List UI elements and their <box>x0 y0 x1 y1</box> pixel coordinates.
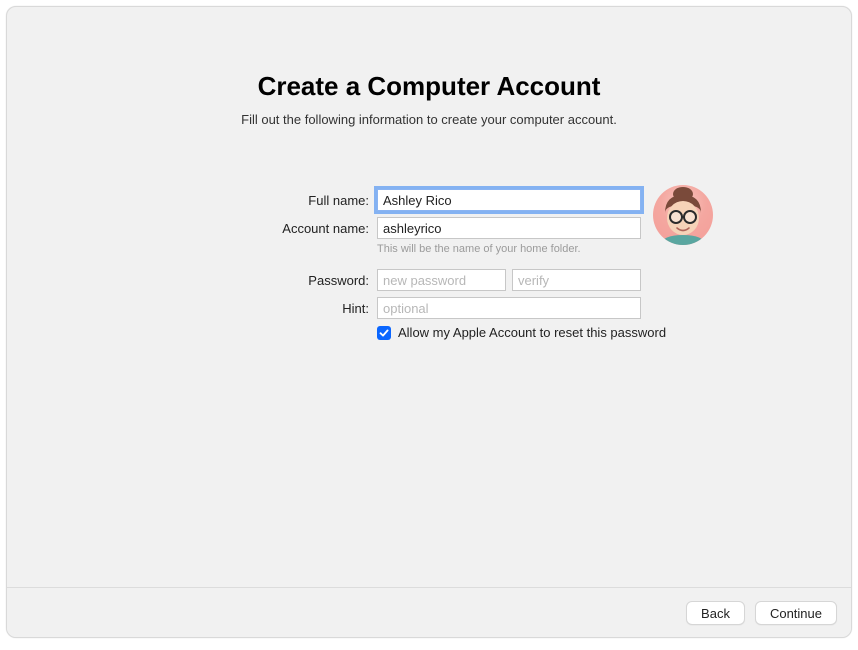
setup-window: Create a Computer Account Fill out the f… <box>6 6 852 638</box>
full-name-label: Full name: <box>109 193 377 208</box>
account-name-label: Account name: <box>109 221 377 236</box>
hint-input[interactable] <box>377 297 641 319</box>
account-name-input[interactable] <box>377 217 641 239</box>
account-avatar[interactable] <box>653 185 713 245</box>
hint-label: Hint: <box>109 301 377 316</box>
page-title: Create a Computer Account <box>258 71 601 102</box>
footer-bar: Back Continue <box>7 587 851 637</box>
page-subtitle: Fill out the following information to cr… <box>241 112 617 127</box>
password-new-input[interactable] <box>377 269 506 291</box>
account-form: Full name: Account name: This will be th… <box>109 189 749 340</box>
password-label: Password: <box>109 273 377 288</box>
back-button[interactable]: Back <box>686 601 745 625</box>
password-verify-input[interactable] <box>512 269 641 291</box>
memoji-avatar-icon <box>653 185 713 245</box>
account-name-helper: This will be the name of your home folde… <box>377 243 581 255</box>
allow-reset-label: Allow my Apple Account to reset this pas… <box>398 325 666 340</box>
allow-reset-checkbox[interactable] <box>377 326 391 340</box>
continue-button[interactable]: Continue <box>755 601 837 625</box>
content-pane: Create a Computer Account Fill out the f… <box>7 7 851 577</box>
checkmark-icon <box>379 328 389 338</box>
full-name-input[interactable] <box>377 189 641 211</box>
